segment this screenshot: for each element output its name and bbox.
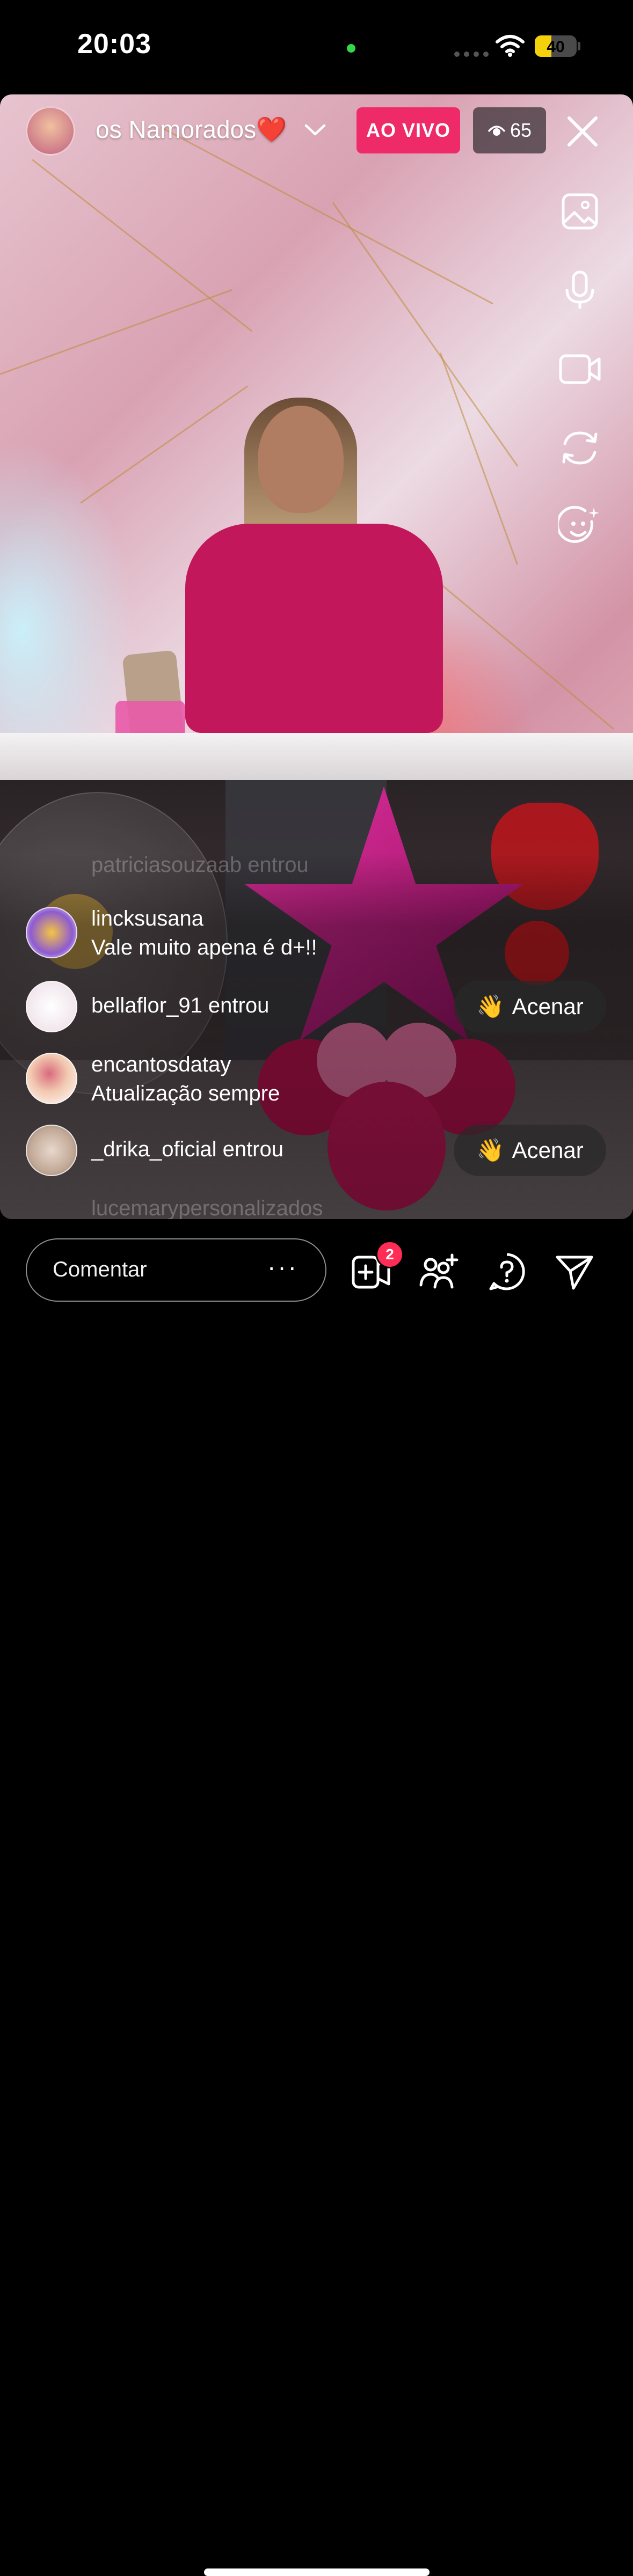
close-icon[interactable] <box>565 114 600 149</box>
comment-text: Vale muito apena é d+!! <box>91 936 317 959</box>
viewer-count-badge[interactable]: 65 <box>473 107 546 153</box>
guest-request-badge: 2 <box>376 1241 404 1268</box>
side-toolbar <box>557 189 602 583</box>
video-camera-button[interactable] <box>557 347 602 392</box>
request-to-join-button[interactable] <box>418 1250 461 1293</box>
live-title[interactable]: os Namorados❤️ <box>96 115 287 144</box>
wifi-icon <box>496 35 525 57</box>
add-media-button[interactable] <box>557 189 602 234</box>
battery-icon: 40 <box>535 35 577 57</box>
comment-placeholder: Comentar <box>53 1258 147 1281</box>
questions-button[interactable] <box>485 1250 528 1293</box>
wave-label: Acenar <box>512 994 584 1019</box>
comment-username[interactable]: lincksusana <box>91 907 203 931</box>
question-icon <box>489 1253 525 1290</box>
wave-button[interactable]: 👋 Acenar <box>454 981 606 1032</box>
comment-text: Atualização sempre <box>91 1082 280 1105</box>
table-top <box>0 733 633 780</box>
camera-in-use-indicator <box>347 44 355 53</box>
faded-comment: patriciasouzaab entrou <box>91 853 309 877</box>
effects-button[interactable] <box>557 504 602 549</box>
microphone-icon <box>565 270 594 309</box>
commenter-avatar[interactable] <box>26 1053 77 1104</box>
join-username[interactable]: bellaflor_91 entrou <box>91 994 269 1018</box>
bottom-bar: Comentar ··· 2 <box>0 1219 633 2576</box>
live-comments[interactable]: patriciasouzaab entrou lincksusana Vale … <box>0 853 633 1220</box>
live-badge: AO VIVO <box>356 107 460 153</box>
more-options-button[interactable]: ··· <box>267 1252 299 1281</box>
image-icon <box>562 193 598 230</box>
comment-input[interactable]: Comentar ··· <box>26 1238 326 1302</box>
live-title-text: os Namorados <box>96 115 257 143</box>
eye-icon <box>488 126 506 136</box>
flip-camera-icon <box>562 431 598 465</box>
microphone-button[interactable] <box>557 268 602 313</box>
wave-label: Acenar <box>512 1137 584 1163</box>
host-avatar[interactable] <box>26 106 75 156</box>
commenter-avatar[interactable] <box>26 981 77 1032</box>
video-camera-icon <box>559 354 601 384</box>
wave-icon: 👋 <box>476 1137 505 1163</box>
share-button[interactable] <box>553 1250 596 1293</box>
presenter-body <box>185 524 443 733</box>
heart-emoji: ❤️ <box>256 115 287 143</box>
live-header: os Namorados❤️ AO VIVO 65 <box>0 94 633 170</box>
status-time: 20:03 <box>77 28 151 60</box>
commenter-avatar[interactable] <box>26 1125 77 1176</box>
join-username[interactable]: _drika_oficial entrou <box>91 1137 283 1162</box>
home-indicator[interactable] <box>204 2568 430 2576</box>
battery-level: 40 <box>547 38 565 56</box>
comment-username[interactable]: encantosdatay <box>91 1053 231 1077</box>
effects-smiley-icon <box>558 505 599 543</box>
commenter-avatar[interactable] <box>26 907 77 958</box>
presenter-face <box>258 406 344 513</box>
request-to-join-icon <box>419 1253 459 1289</box>
wave-icon: 👋 <box>476 993 505 1019</box>
cellular-signal-icon <box>454 52 489 57</box>
battery-cap <box>578 42 580 50</box>
status-bar: 20:03 40 <box>0 0 633 94</box>
flip-camera-button[interactable] <box>557 425 602 471</box>
wave-button[interactable]: 👋 Acenar <box>454 1125 606 1176</box>
send-icon <box>556 1256 593 1290</box>
chevron-down-icon[interactable] <box>304 121 326 137</box>
viewer-count: 65 <box>510 119 532 141</box>
faded-comment: lucemarypersonalizados <box>91 1197 323 1220</box>
